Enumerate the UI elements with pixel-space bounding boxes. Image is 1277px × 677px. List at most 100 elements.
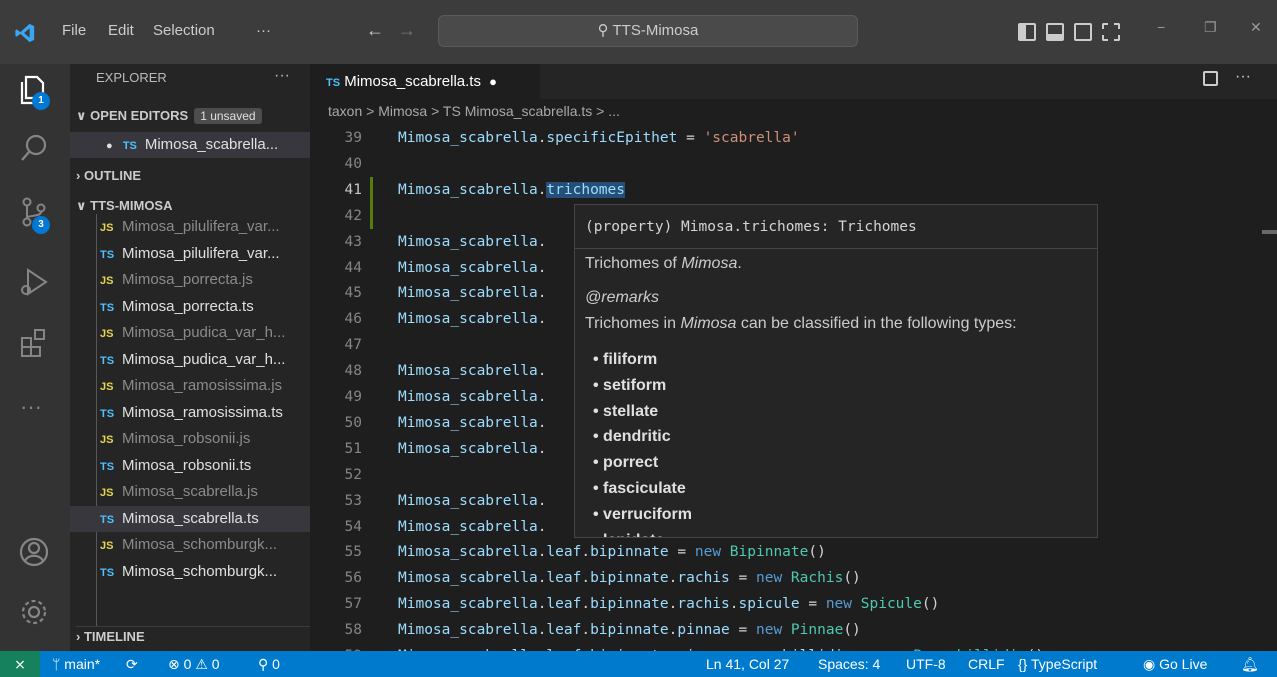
- code-text: Mimosa_scabrella.: [398, 518, 547, 535]
- code-line[interactable]: 41 Mimosa_scabrella.trichomes: [310, 177, 1277, 203]
- file-tree-item[interactable]: TS Mimosa_pilulifera_var...: [70, 241, 310, 267]
- settings-gear-icon[interactable]: [16, 594, 52, 630]
- trichome-type-item: • dendritic: [593, 428, 671, 446]
- bullet-icon: •: [593, 376, 604, 394]
- file-tree-item[interactable]: TS Mimosa_ramosissima.ts: [70, 400, 310, 426]
- project-section[interactable]: ∨ TTS-MIMOSA: [76, 198, 173, 214]
- open-editors-section[interactable]: ∨ OPEN EDITORS 1 unsaved: [76, 108, 262, 124]
- code-text: Mimosa_scabrella.: [398, 363, 547, 380]
- run-debug-icon[interactable]: [16, 264, 52, 300]
- bullet-icon: •: [593, 351, 604, 368]
- file-tree-item[interactable]: JS Mimosa_porrecta.js: [70, 267, 310, 293]
- bullet-icon: •: [593, 428, 604, 446]
- typescript-file-icon: TS: [122, 140, 137, 152]
- restore-icon[interactable]: ❐: [1204, 19, 1217, 36]
- trichome-type-item: • lepidote: [593, 532, 664, 537]
- typescript-file-icon: TS: [100, 513, 115, 526]
- code-line[interactable]: 59 Mimosa_scabrella.leaf.bipinnate.pinnae…: [310, 643, 1277, 651]
- file-tree-item[interactable]: TS Mimosa_pudica_var_h...: [70, 347, 310, 373]
- typescript-file-icon: TS: [100, 248, 115, 261]
- code-line[interactable]: 39 Mimosa_scabrella.specificEpithet = 'sc…: [310, 125, 1277, 151]
- trichome-type-item: • fasciculate: [593, 480, 686, 498]
- file-tree-item-label: Mimosa_schomburgk...: [122, 536, 278, 553]
- breadcrumb[interactable]: taxon > Mimosa > TS Mimosa_scabrella.ts …: [328, 103, 620, 119]
- cursor-position[interactable]: Ln 41, Col 27: [706, 651, 789, 677]
- extensions-icon[interactable]: [16, 324, 52, 360]
- dirty-dot-icon[interactable]: ●: [489, 74, 497, 89]
- explorer-more-actions[interactable]: ···: [274, 67, 290, 85]
- toggle-primary-sidebar-icon[interactable]: [1018, 23, 1036, 41]
- timeline-section[interactable]: › TIMELINE: [76, 626, 310, 651]
- problems-indicator[interactable]: ⊗ 0 ⚠ 0: [168, 651, 220, 677]
- tab-mimosa-scabrella[interactable]: TS Mimosa_scabrella.ts ●: [310, 64, 540, 99]
- accounts-icon[interactable]: [16, 534, 52, 570]
- go-live-button[interactable]: ◉ Go Live: [1143, 651, 1207, 677]
- file-tree-item[interactable]: JS Mimosa_scabrella.js: [70, 479, 310, 505]
- code-text: Mimosa_scabrella.: [398, 492, 547, 509]
- file-tree-item[interactable]: TS Mimosa_scabrella.ts: [70, 505, 310, 532]
- line-number: 50: [344, 414, 362, 431]
- code-text: Mimosa_scabrella.trichomes: [398, 181, 625, 198]
- remote-indicator-icon[interactable]: ⨯: [0, 651, 40, 677]
- code-line[interactable]: 57 Mimosa_scabrella.leaf.bipinnate.rachis…: [310, 591, 1277, 617]
- sync-icon[interactable]: ⟳: [126, 651, 138, 677]
- minimap-slider[interactable]: [1262, 230, 1277, 234]
- code-text: Mimosa_scabrella.: [398, 389, 547, 405]
- ports-indicator[interactable]: ⚲ 0: [258, 651, 280, 677]
- editor-more-actions[interactable]: ···: [1235, 68, 1251, 86]
- file-tree-item-label: Mimosa_scabrella.ts: [122, 509, 259, 527]
- command-center-search[interactable]: ⚲ TTS-Mimosa: [438, 15, 858, 47]
- code-line[interactable]: 55 Mimosa_scabrella.leaf.bipinnate = new …: [310, 539, 1277, 565]
- forward-arrow-icon[interactable]: →: [398, 20, 416, 41]
- typescript-file-icon: TS: [100, 407, 115, 420]
- code-line[interactable]: 58 Mimosa_scabrella.leaf.bipinnate.pinnae…: [310, 617, 1277, 643]
- open-editor-item[interactable]: ● TS Mimosa_scabrella...: [70, 132, 310, 158]
- indentation[interactable]: Spaces: 4: [818, 651, 880, 677]
- search-label: TTS-Mimosa: [612, 22, 699, 39]
- explorer-sidebar: EXPLORER ··· ∨ OPEN EDITORS 1 unsaved ● T…: [70, 64, 310, 651]
- more-views-icon[interactable]: ···: [20, 394, 42, 420]
- line-number: 43: [344, 233, 362, 250]
- file-tree-item[interactable]: TS Mimosa_schomburgk...: [70, 559, 310, 585]
- toggle-panel-icon[interactable]: [1046, 23, 1064, 41]
- code-line[interactable]: 56 Mimosa_scabrella.leaf.bipinnate.rachis…: [310, 565, 1277, 591]
- javascript-file-icon: JS: [100, 487, 114, 499]
- split-editor-icon[interactable]: [1203, 71, 1218, 86]
- file-tree-item[interactable]: TS Mimosa_robsonii.ts: [70, 453, 310, 479]
- title-bar: File Edit Selection ··· ← → ⚲ TTS-Mimosa…: [0, 0, 1277, 64]
- branch-indicator[interactable]: ᛘ main*: [52, 651, 100, 677]
- line-number: 47: [344, 337, 362, 354]
- line-number: 53: [344, 492, 362, 509]
- code-text: Mimosa_scabrella.leaf.bipinnate.rachis.s…: [398, 596, 940, 613]
- customize-layout-icon[interactable]: [1102, 23, 1120, 41]
- file-tree-item[interactable]: JS Mimosa_robsonii.js: [70, 426, 310, 452]
- back-arrow-icon[interactable]: ←: [366, 20, 384, 41]
- menu-selection[interactable]: Selection: [153, 22, 215, 39]
- trichome-type-item: • porrect: [593, 454, 658, 472]
- minimize-icon[interactable]: −: [1157, 19, 1165, 35]
- bullet-icon: •: [593, 532, 603, 537]
- encoding[interactable]: UTF-8: [906, 651, 946, 677]
- typescript-file-icon: TS: [100, 301, 115, 314]
- end-of-line[interactable]: CRLF: [968, 651, 1005, 677]
- file-tree-item[interactable]: JS Mimosa_pilulifera_var...: [70, 214, 310, 240]
- menu-file[interactable]: File: [62, 22, 86, 39]
- search-icon[interactable]: [16, 130, 52, 166]
- file-tree-item[interactable]: JS Mimosa_ramosissima.js: [70, 373, 310, 399]
- outline-section[interactable]: › OUTLINE: [76, 168, 141, 183]
- toggle-secondary-sidebar-icon[interactable]: [1074, 23, 1092, 41]
- file-tree-item[interactable]: JS Mimosa_schomburgk...: [70, 532, 310, 558]
- code-text: Mimosa_scabrella.: [398, 233, 547, 250]
- menu-more[interactable]: ···: [256, 22, 271, 39]
- notifications-bell-icon[interactable]: 🔔︎: [1241, 651, 1259, 677]
- code-text: Mimosa_scabrella.leaf.bipinnate = new Bi…: [398, 544, 826, 561]
- file-tree-item[interactable]: TS Mimosa_porrecta.ts: [70, 294, 310, 320]
- file-tree-item-label: Mimosa_ramosissima.js: [122, 377, 283, 394]
- code-line[interactable]: 40: [310, 151, 1277, 177]
- language-mode[interactable]: {} TypeScript: [1018, 651, 1097, 677]
- close-icon[interactable]: ✕: [1250, 19, 1262, 36]
- menu-edit[interactable]: Edit: [108, 22, 134, 39]
- line-number: 44: [344, 259, 362, 276]
- code-text: Mimosa_scabrella.leaf.bipinnate.rachis =…: [398, 570, 861, 587]
- file-tree-item[interactable]: JS Mimosa_pudica_var_h...: [70, 320, 310, 346]
